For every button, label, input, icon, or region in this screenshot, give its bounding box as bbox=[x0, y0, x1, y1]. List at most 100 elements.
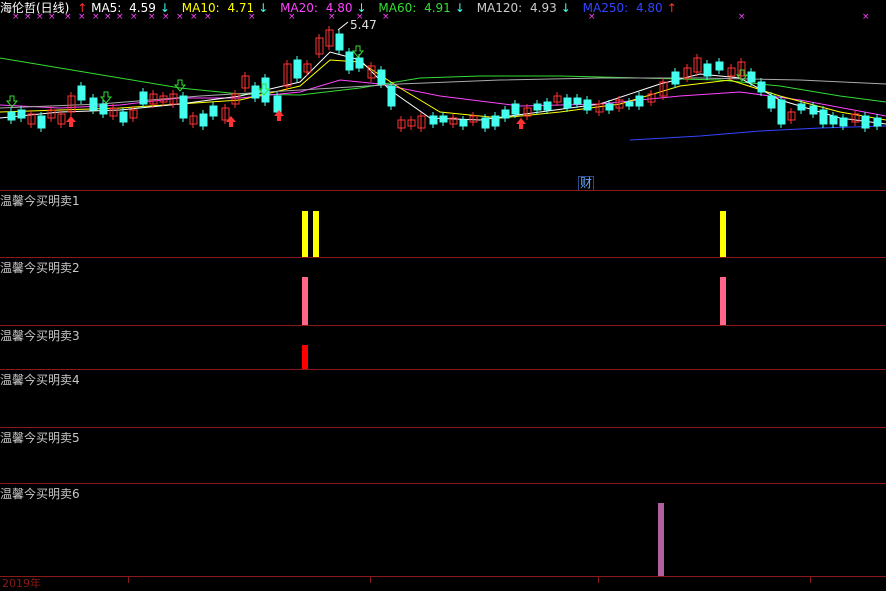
candle-body bbox=[777, 99, 786, 125]
candle-body bbox=[715, 61, 724, 71]
candle-body bbox=[377, 69, 386, 85]
pane-divider bbox=[0, 190, 886, 191]
pane-label-4: 温馨今买明卖4 bbox=[0, 373, 80, 387]
price-chart[interactable]: × × × × × × × × × × × × × × × × × × × × × × × bbox=[0, 0, 886, 583]
candle-body bbox=[625, 101, 634, 107]
candle-body bbox=[563, 97, 572, 109]
candle-body bbox=[345, 51, 354, 71]
date-tick bbox=[128, 576, 129, 583]
candle-body bbox=[139, 91, 148, 105]
candle-body bbox=[439, 115, 448, 123]
candle-body bbox=[251, 85, 260, 99]
signal-bar bbox=[720, 277, 726, 325]
candle-body bbox=[605, 103, 614, 111]
candle-body bbox=[481, 117, 490, 129]
candle-body bbox=[99, 103, 108, 115]
candle-body bbox=[209, 105, 218, 117]
candle-body bbox=[199, 113, 208, 127]
candle-body bbox=[77, 85, 86, 101]
buy-arrow-icon bbox=[226, 116, 236, 127]
stock-title: 海伦哲(日线) bbox=[0, 1, 70, 15]
candle-body bbox=[119, 111, 128, 123]
pane-label-5: 温馨今买明卖5 bbox=[0, 431, 80, 445]
ma20-label: MA20: 4.80 ↓ bbox=[280, 1, 367, 15]
ma5-arrow-icon: ↓ bbox=[159, 1, 170, 15]
candle-body bbox=[861, 115, 870, 129]
candle-body bbox=[703, 63, 712, 77]
candle-body bbox=[293, 59, 302, 79]
candle-body bbox=[355, 57, 364, 69]
signal-bar bbox=[302, 345, 308, 369]
ma20-arrow-icon: ↓ bbox=[356, 1, 367, 15]
signal-bar bbox=[302, 211, 308, 257]
candle-body bbox=[179, 95, 188, 119]
ma60-label: MA60: 4.91 ↓ bbox=[378, 1, 465, 15]
candle-body bbox=[747, 71, 756, 83]
pane-divider bbox=[0, 483, 886, 484]
candle-body bbox=[335, 33, 344, 51]
ma250-label: MA250: 4.80 ↑ bbox=[582, 1, 677, 15]
sell-arrow-icon bbox=[351, 45, 365, 58]
candle-body bbox=[17, 109, 26, 119]
candle-body bbox=[819, 109, 828, 125]
event-marker: × bbox=[738, 12, 746, 22]
candle-body bbox=[809, 105, 818, 115]
candle-body bbox=[543, 101, 552, 111]
up-arrow-icon: ↑ bbox=[77, 1, 88, 15]
signal-bar bbox=[658, 503, 664, 576]
event-marker: × bbox=[862, 12, 870, 22]
candle-body bbox=[491, 115, 500, 127]
candle-body bbox=[429, 115, 438, 125]
candle-body bbox=[387, 85, 396, 107]
candle-body bbox=[797, 103, 806, 111]
candle-body bbox=[873, 117, 882, 127]
ma10-arrow-icon: ↓ bbox=[258, 1, 269, 15]
pane-label-1: 温馨今买明卖1 bbox=[0, 194, 80, 208]
ma10-label: MA10: 4.71 ↓ bbox=[181, 1, 269, 15]
date-tick bbox=[810, 576, 811, 583]
candle-body bbox=[671, 71, 680, 85]
high-leader bbox=[337, 21, 349, 31]
sell-arrow-icon bbox=[173, 79, 187, 92]
date-tick bbox=[370, 576, 371, 583]
high-price-annotation: 5.47 bbox=[350, 18, 377, 32]
signal-bar bbox=[313, 211, 319, 257]
candle-body bbox=[757, 81, 766, 93]
candle-body bbox=[573, 97, 582, 105]
candle-body bbox=[89, 97, 98, 111]
pane-divider bbox=[0, 576, 886, 577]
signal-bar bbox=[302, 277, 308, 325]
ma-legend: 海伦哲(日线) ↑ MA5: 4.59 ↓ MA10: 4.71 ↓ MA20: 4… bbox=[0, 0, 685, 16]
pane-label-2: 温馨今买明卖2 bbox=[0, 261, 80, 275]
candle-body bbox=[7, 111, 16, 121]
ma250-arrow-icon: ↑ bbox=[666, 1, 677, 15]
candle-body bbox=[533, 103, 542, 111]
buy-arrow-icon bbox=[516, 118, 526, 129]
pane-divider bbox=[0, 369, 886, 370]
pane-divider bbox=[0, 257, 886, 258]
buy-arrow-icon bbox=[66, 116, 76, 127]
finance-marker[interactable]: 财 bbox=[578, 176, 595, 191]
candle-body bbox=[511, 103, 520, 115]
date-axis-label: 2019年 bbox=[2, 577, 41, 590]
ma120-arrow-icon: ↓ bbox=[560, 1, 571, 15]
candle-body bbox=[459, 119, 468, 127]
ma5-label: MA5: 4.59 ↓ bbox=[91, 1, 170, 15]
candle-body bbox=[767, 95, 776, 109]
signal-bar bbox=[720, 211, 726, 257]
candle-body bbox=[37, 115, 46, 129]
candle-body bbox=[635, 95, 644, 107]
candle-body bbox=[583, 99, 592, 111]
candle-body bbox=[839, 117, 848, 127]
candle-body bbox=[829, 115, 838, 125]
ma120-label: MA120: 4.93 ↓ bbox=[476, 1, 571, 15]
ma60-arrow-icon: ↓ bbox=[454, 1, 465, 15]
candle-body bbox=[501, 109, 510, 119]
candle-body bbox=[273, 95, 282, 113]
pane-divider bbox=[0, 325, 886, 326]
ma250-line bbox=[629, 125, 886, 141]
pane-label-6: 温馨今买明卖6 bbox=[0, 487, 80, 501]
date-tick bbox=[598, 576, 599, 583]
pane-divider bbox=[0, 427, 886, 428]
pane-label-3: 温馨今买明卖3 bbox=[0, 329, 80, 343]
